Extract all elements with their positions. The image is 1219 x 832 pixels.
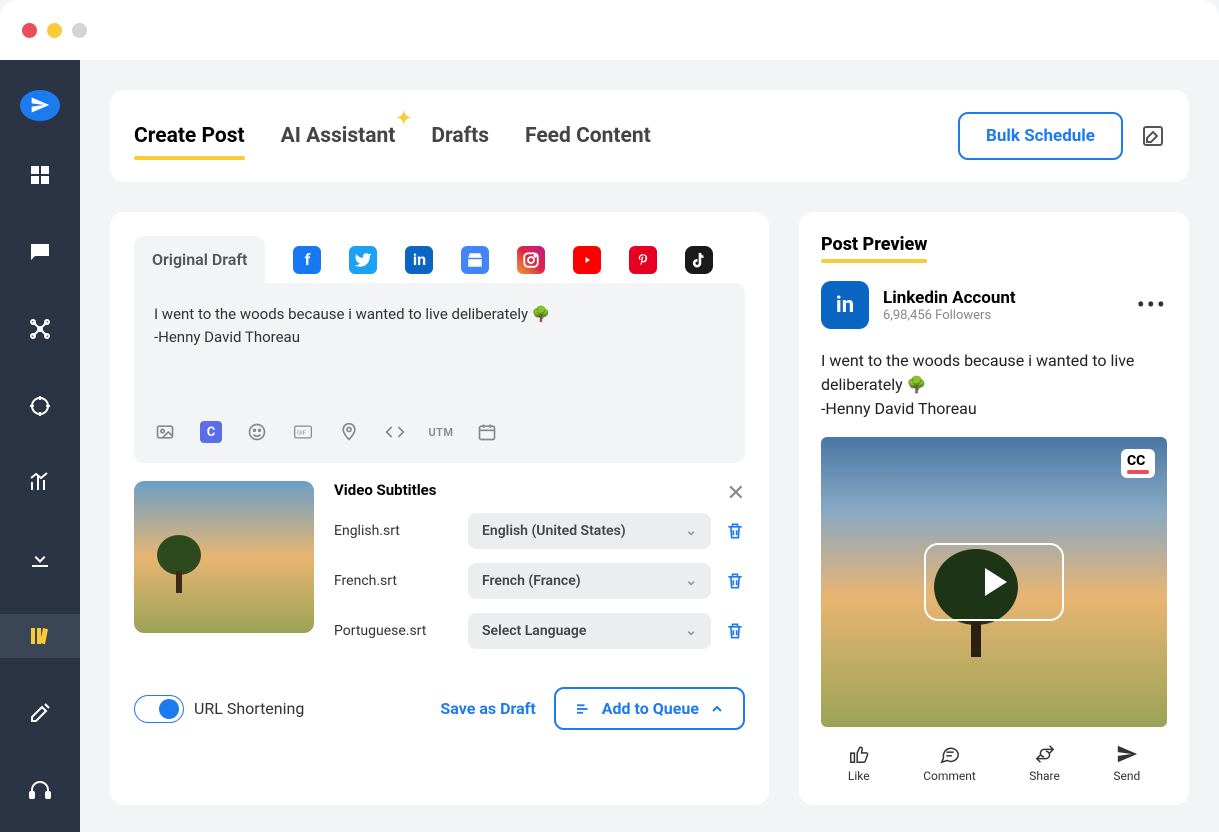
location-icon[interactable] <box>338 421 360 443</box>
subtitle-lang-select-2[interactable]: Select Language⌄ <box>468 613 711 649</box>
sidebar-item-target[interactable] <box>0 383 80 428</box>
tools-icon <box>28 701 52 725</box>
tab-ai-assistant[interactable]: AI Assistant✦ <box>281 124 396 148</box>
video-thumbnail[interactable] <box>134 481 314 633</box>
headset-icon <box>28 778 52 802</box>
window-chrome <box>0 0 1219 60</box>
window-close-dot[interactable] <box>22 23 37 38</box>
add-to-queue-button[interactable]: Add to Queue <box>554 687 745 730</box>
save-as-draft-button[interactable]: Save as Draft <box>440 699 535 718</box>
queue-icon <box>574 700 592 718</box>
share-icon <box>1034 743 1056 765</box>
network-icon <box>28 317 52 341</box>
window-maximize-dot[interactable] <box>72 23 87 38</box>
tab-feed-content[interactable]: Feed Content <box>525 124 651 148</box>
more-options-icon[interactable]: ••• <box>1137 291 1167 319</box>
post-text-line2: -Henny David Thoreau <box>154 328 300 346</box>
instagram-icon[interactable] <box>517 246 545 274</box>
sidebar-item-library[interactable] <box>0 614 80 659</box>
post-editor[interactable]: I went to the woods because i wanted to … <box>134 283 745 463</box>
like-button[interactable]: Like <box>848 743 870 783</box>
top-bar: Create Post AI Assistant✦ Drafts Feed Co… <box>110 90 1189 182</box>
delete-subtitle-2[interactable] <box>725 621 745 641</box>
code-icon[interactable] <box>384 421 406 443</box>
tab-drafts[interactable]: Drafts <box>431 124 489 148</box>
sparkle-icon: ✦ <box>396 108 411 129</box>
subtitles-heading: Video Subtitles <box>334 481 745 499</box>
utm-icon[interactable]: UTM <box>430 421 452 443</box>
facebook-icon[interactable]: f <box>293 246 321 274</box>
share-button[interactable]: Share <box>1029 743 1060 783</box>
chat-icon <box>28 240 52 264</box>
play-icon <box>985 568 1007 596</box>
preview-text-line1: I went to the woods because i wanted to … <box>821 351 1134 394</box>
send-button[interactable]: Send <box>1113 743 1140 783</box>
subtitle-file-0: English.srt <box>334 523 454 539</box>
cc-badge[interactable]: CC <box>1121 449 1155 478</box>
window-minimize-dot[interactable] <box>47 23 62 38</box>
media-icon[interactable] <box>154 421 176 443</box>
chevron-up-icon <box>709 701 725 717</box>
gif-icon[interactable]: GIF <box>292 421 314 443</box>
compose-panel: Original Draft f in I went to the woods … <box>110 212 769 805</box>
pinterest-icon[interactable] <box>629 246 657 274</box>
sidebar-item-dashboard[interactable] <box>0 153 80 198</box>
comment-button[interactable]: Comment <box>923 743 976 783</box>
subtitle-file-2: Portuguese.srt <box>334 623 454 639</box>
subtitle-lang-select-1[interactable]: French (France)⌄ <box>468 563 711 599</box>
delete-subtitle-1[interactable] <box>725 571 745 591</box>
chevron-down-icon: ⌄ <box>685 573 697 589</box>
url-shortening-toggle[interactable] <box>134 695 184 723</box>
sidebar-item-network[interactable] <box>0 306 80 351</box>
close-subtitle-panel[interactable]: ✕ <box>727 481 745 506</box>
twitter-icon[interactable] <box>349 246 377 274</box>
grid-icon <box>28 163 52 187</box>
sidebar-item-inbox[interactable] <box>0 230 80 275</box>
chevron-down-icon: ⌄ <box>685 523 697 539</box>
download-icon <box>28 547 52 571</box>
tiktok-icon[interactable] <box>685 246 713 274</box>
chevron-down-icon: ⌄ <box>685 623 697 639</box>
comment-icon <box>939 743 961 765</box>
delete-subtitle-0[interactable] <box>725 521 745 541</box>
library-icon <box>28 624 52 648</box>
youtube-icon[interactable] <box>573 246 601 274</box>
emoji-icon[interactable] <box>246 421 268 443</box>
play-button[interactable] <box>924 543 1064 621</box>
sidebar <box>0 60 80 832</box>
preview-panel: Post Preview in Linkedin Account 6,98,45… <box>799 212 1189 805</box>
app-logo[interactable] <box>20 90 60 121</box>
preview-followers: 6,98,456 Followers <box>883 308 1123 323</box>
sidebar-item-support[interactable] <box>0 767 80 812</box>
preview-avatar-linkedin-icon: in <box>821 281 869 329</box>
preview-title: Post Preview <box>821 234 927 255</box>
calendar-icon[interactable] <box>476 421 498 443</box>
sidebar-item-download[interactable] <box>0 537 80 582</box>
send-icon <box>1116 743 1138 765</box>
preview-account-name: Linkedin Account <box>883 288 1123 308</box>
subtitle-file-1: French.srt <box>334 573 454 589</box>
analytics-icon <box>28 470 52 494</box>
tab-create-post[interactable]: Create Post <box>134 124 245 148</box>
tab-original-draft[interactable]: Original Draft <box>134 236 265 283</box>
url-shortening-label: URL Shortening <box>194 699 304 718</box>
post-text-line1: I went to the woods because i wanted to … <box>154 305 551 323</box>
sidebar-item-tools[interactable] <box>0 690 80 735</box>
compose-icon[interactable] <box>1141 124 1165 148</box>
canva-icon[interactable]: C <box>200 421 222 443</box>
svg-text:GIF: GIF <box>297 431 307 437</box>
google-business-icon[interactable] <box>461 246 489 274</box>
like-icon <box>848 743 870 765</box>
subtitle-lang-select-0[interactable]: English (United States)⌄ <box>468 513 711 549</box>
bulk-schedule-button[interactable]: Bulk Schedule <box>958 112 1123 160</box>
preview-media: CC <box>821 437 1167 727</box>
preview-text-line2: -Henny David Thoreau <box>821 399 977 418</box>
target-icon <box>28 394 52 418</box>
linkedin-icon[interactable]: in <box>405 246 433 274</box>
sidebar-item-analytics[interactable] <box>0 460 80 505</box>
